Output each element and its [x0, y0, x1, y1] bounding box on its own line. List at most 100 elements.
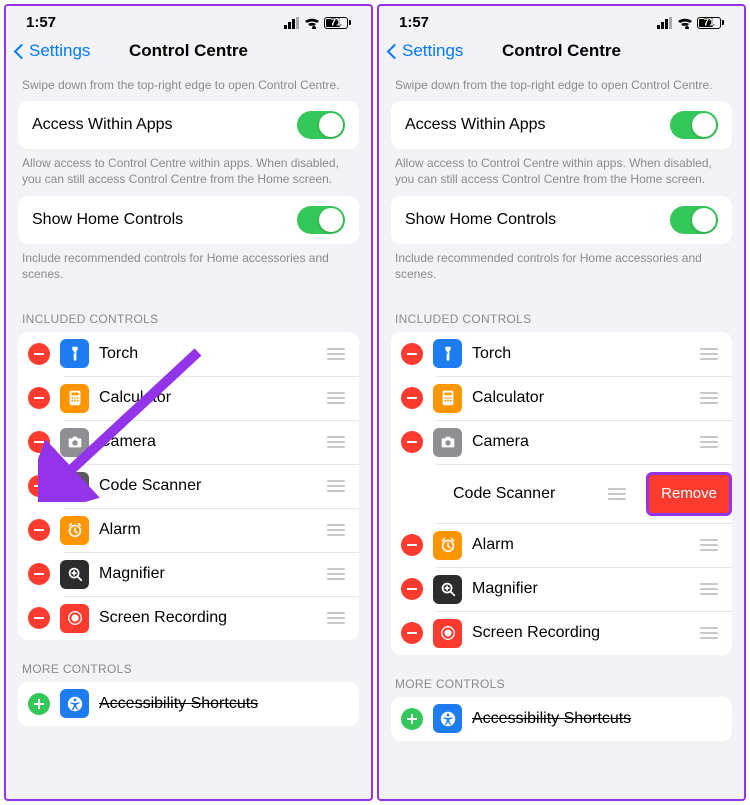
reorder-handle-icon[interactable]: [327, 524, 347, 536]
home-desc: Include recommended controls for Home ac…: [379, 244, 744, 290]
wifi-icon: [677, 17, 693, 29]
status-time: 1:57: [26, 14, 56, 31]
list-item-label: Accessibility Shortcuts: [472, 710, 720, 728]
remove-button[interactable]: [28, 607, 50, 629]
accessibility-icon: [433, 704, 462, 733]
camera-icon: [433, 428, 462, 457]
list-item-label: Code Scanner: [99, 477, 317, 495]
remove-button[interactable]: [401, 622, 423, 644]
list-item-label: Camera: [99, 433, 317, 451]
show-home-controls-row: Show Home Controls: [391, 196, 732, 244]
remove-button[interactable]: [28, 431, 50, 453]
list-item: Torch: [391, 332, 732, 376]
add-button[interactable]: [401, 708, 423, 730]
access-label: Access Within Apps: [405, 116, 670, 134]
record-icon: [60, 604, 89, 633]
reorder-handle-icon[interactable]: [700, 436, 720, 448]
intro-text: Swipe down from the top-right edge to op…: [6, 71, 371, 101]
reorder-handle-icon[interactable]: [700, 348, 720, 360]
list-item-swiped: Code Scanner Remove: [437, 464, 732, 523]
page-title: Control Centre: [129, 41, 248, 61]
list-item-label: Alarm: [99, 521, 317, 539]
status-bar: 1:57 71: [6, 6, 371, 35]
nav-bar: Settings Control Centre: [379, 35, 744, 71]
list-item-label: Calculator: [99, 389, 317, 407]
list-item-label: Torch: [472, 345, 690, 363]
record-icon: [433, 619, 462, 648]
remove-button[interactable]: [28, 343, 50, 365]
access-toggle[interactable]: [297, 111, 345, 139]
list-item: Code Scanner: [64, 464, 359, 508]
home-label: Show Home Controls: [32, 211, 297, 229]
reorder-handle-icon[interactable]: [327, 392, 347, 404]
chevron-left-icon: [387, 43, 403, 59]
access-desc: Allow access to Control Centre within ap…: [379, 149, 744, 195]
reorder-handle-icon[interactable]: [327, 348, 347, 360]
reorder-handle-icon[interactable]: [327, 436, 347, 448]
access-label: Access Within Apps: [32, 116, 297, 134]
more-list: Accessibility Shortcuts: [391, 697, 732, 741]
remove-button[interactable]: [28, 387, 50, 409]
list-item: Magnifier: [64, 552, 359, 596]
list-item-label: Calculator: [472, 389, 690, 407]
remove-button[interactable]: [28, 519, 50, 541]
list-item-label: Screen Recording: [472, 624, 690, 642]
reorder-handle-icon[interactable]: [700, 539, 720, 551]
back-button[interactable]: Settings: [16, 41, 90, 61]
signal-icon: [284, 17, 300, 29]
included-header: INCLUDED CONTROLS: [379, 290, 744, 332]
included-header: INCLUDED CONTROLS: [6, 290, 371, 332]
remove-button[interactable]: [401, 343, 423, 365]
back-label: Settings: [29, 41, 90, 61]
reorder-handle-icon[interactable]: [327, 568, 347, 580]
access-within-apps-row: Access Within Apps: [391, 101, 732, 149]
qr-icon: [60, 472, 89, 501]
remove-button[interactable]: [401, 534, 423, 556]
list-item: Camera: [64, 420, 359, 464]
list-item: Camera: [437, 420, 732, 464]
alarm-icon: [433, 531, 462, 560]
accessibility-icon: [60, 689, 89, 718]
home-toggle[interactable]: [670, 206, 718, 234]
list-item: Calculator: [437, 376, 732, 420]
remove-button[interactable]: [401, 578, 423, 600]
reorder-handle-icon[interactable]: [700, 583, 720, 595]
home-desc: Include recommended controls for Home ac…: [6, 244, 371, 290]
list-item: Calculator: [64, 376, 359, 420]
reorder-handle-icon[interactable]: [327, 612, 347, 624]
magnifier-icon: [60, 560, 89, 589]
list-item-label: Camera: [472, 433, 690, 451]
home-toggle[interactable]: [297, 206, 345, 234]
intro-text: Swipe down from the top-right edge to op…: [379, 71, 744, 101]
more-list: Accessibility Shortcuts: [18, 682, 359, 726]
add-button[interactable]: [28, 693, 50, 715]
reorder-handle-icon[interactable]: [700, 627, 720, 639]
nav-bar: Settings Control Centre: [6, 35, 371, 71]
list-item: Accessibility Shortcuts: [18, 682, 359, 726]
remove-button[interactable]: [401, 387, 423, 409]
wifi-icon: [304, 17, 320, 29]
list-item: Screen Recording: [437, 611, 732, 655]
back-button[interactable]: Settings: [389, 41, 463, 61]
access-toggle[interactable]: [670, 111, 718, 139]
remove-button[interactable]: [28, 563, 50, 585]
signal-icon: [657, 17, 673, 29]
alarm-icon: [60, 516, 89, 545]
reorder-handle-icon[interactable]: [327, 480, 347, 492]
reorder-handle-icon[interactable]: [608, 488, 628, 500]
page-title: Control Centre: [502, 41, 621, 61]
included-list: Torch Calculator Camera Code Scanner: [18, 332, 359, 640]
chevron-left-icon: [14, 43, 30, 59]
remove-button[interactable]: [28, 475, 50, 497]
more-header: MORE CONTROLS: [6, 640, 371, 682]
remove-button[interactable]: [401, 431, 423, 453]
status-bar: 1:57 71: [379, 6, 744, 35]
torch-icon: [60, 339, 89, 368]
remove-confirm-button[interactable]: Remove: [646, 472, 732, 516]
status-time: 1:57: [399, 14, 429, 31]
access-within-apps-row: Access Within Apps: [18, 101, 359, 149]
torch-icon: [433, 339, 462, 368]
reorder-handle-icon[interactable]: [700, 392, 720, 404]
phone-left: 1:57 71 Settings Control Centre Swipe do…: [4, 4, 373, 801]
battery-icon: 71: [324, 17, 351, 29]
